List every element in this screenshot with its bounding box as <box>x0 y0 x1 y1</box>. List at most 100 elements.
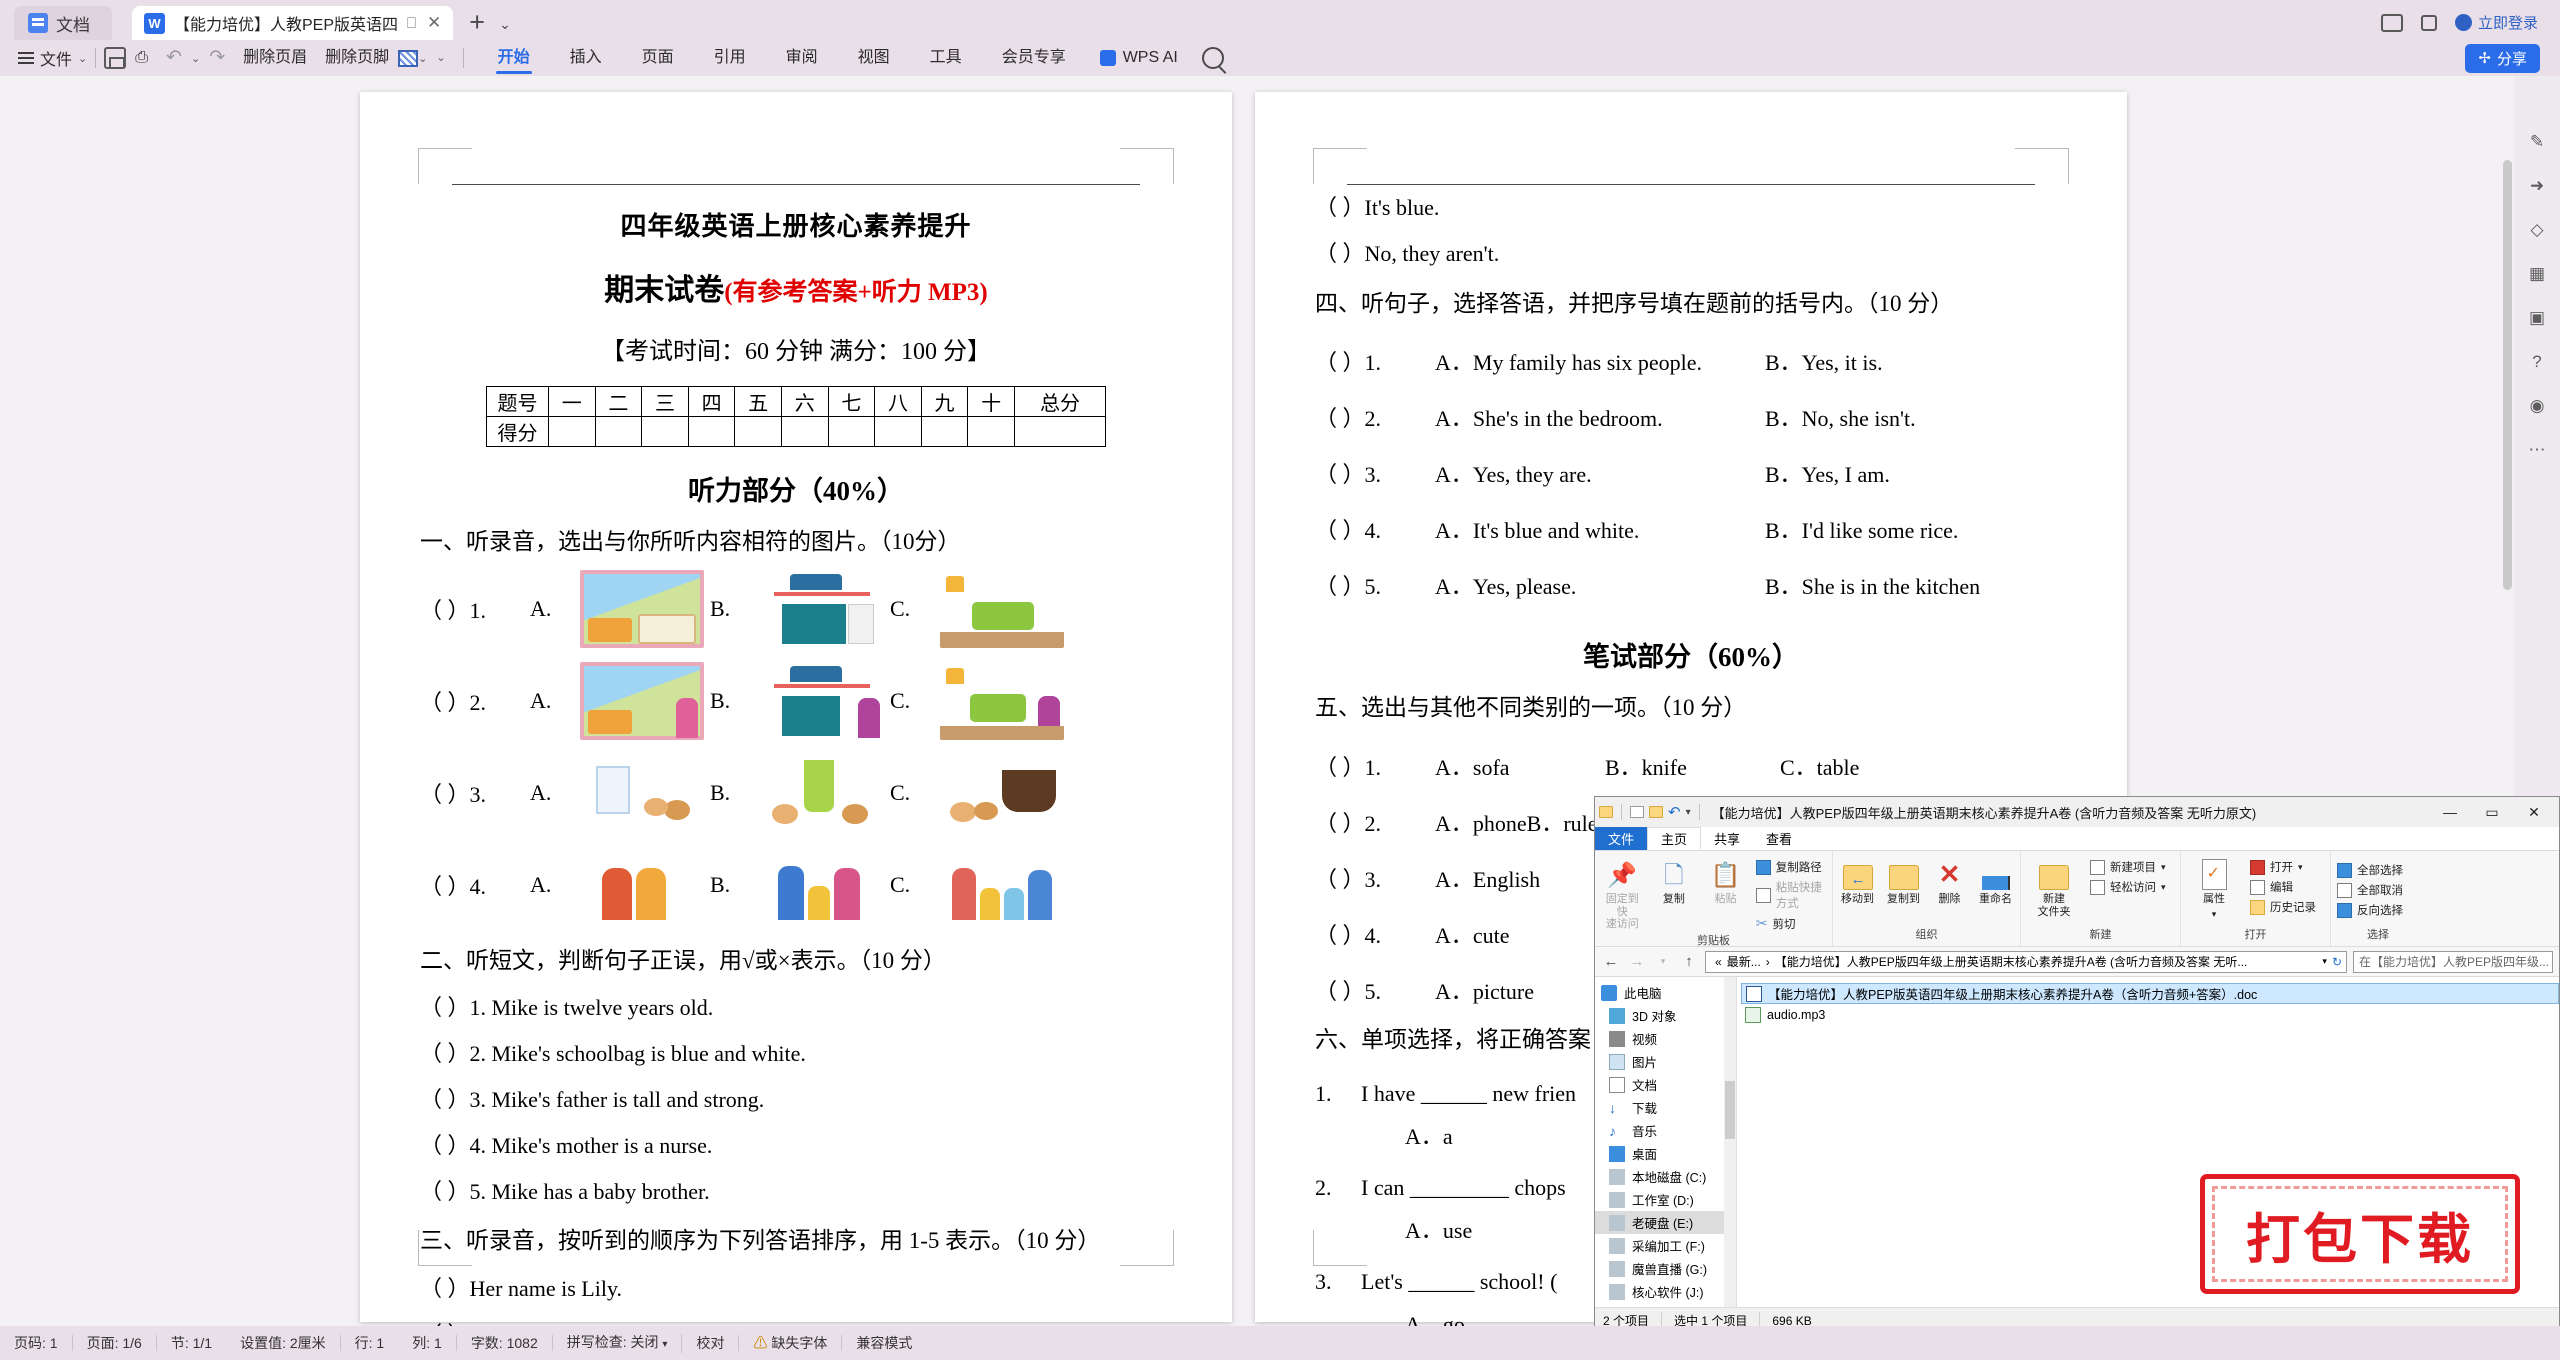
eraser-icon[interactable]: ✎ <box>2530 132 2544 152</box>
nav-scrollbar[interactable] <box>1724 977 1736 1307</box>
select-all-button[interactable]: 全部选择 <box>2337 862 2403 878</box>
redo-icon[interactable]: ↷ <box>200 40 234 76</box>
save-icon[interactable] <box>104 47 127 69</box>
status-missing-font[interactable]: ⚠ 缺失字体 <box>739 1335 843 1351</box>
tab-start[interactable]: 开始 <box>478 40 550 76</box>
page-1[interactable]: 四年级英语上册核心素养提升 期末试卷(有参考答案+听力 MP3) 【考试时间：6… <box>360 92 1232 1347</box>
forward-icon[interactable]: → <box>1627 953 1647 970</box>
tab-insert[interactable]: 插入 <box>550 40 622 76</box>
more-commands-chevron-icon[interactable]: ⌄ <box>427 40 454 76</box>
vertical-scrollbar[interactable] <box>2503 160 2512 590</box>
nav-item-downloads[interactable]: ↓ 下载 <box>1595 1096 1736 1119</box>
nav-item-drive-e[interactable]: 老硬盘 (E:) <box>1595 1211 1736 1234</box>
up-icon[interactable]: ↑ <box>1679 953 1699 970</box>
tab-member[interactable]: 会员专享 <box>982 40 1086 76</box>
chevron-down-icon[interactable]: ▾ <box>2298 862 2303 873</box>
menu-file[interactable]: 文件 <box>1595 827 1648 850</box>
list-item[interactable]: 【能力培优】人教PEP版英语四年级上册期末核心素养提升A卷（含听力音频+答案）.… <box>1741 983 2559 1004</box>
delete-footer-button[interactable]: 删除页脚 <box>316 40 398 76</box>
nav-item-drive-g[interactable]: 魔兽直播 (G:) <box>1595 1257 1736 1280</box>
navigation-pane[interactable]: 此电脑 3D 对象 视频 图片 文档 ↓ 下载 ♪ 音乐 桌面 本地磁盘 (C:… <box>1595 977 1737 1307</box>
edit-button[interactable]: 编辑 <box>2250 879 2316 895</box>
help-icon[interactable]: ? <box>2532 352 2541 372</box>
nav-item-drive-f[interactable]: 采编加工 (F:) <box>1595 1234 1736 1257</box>
share-button[interactable]: ✢ 分享 <box>2465 43 2540 73</box>
nav-item-drive-j[interactable]: 核心软件 (J:) <box>1595 1280 1736 1303</box>
pin-to-quick-access-button[interactable]: 📌 固定到快 速访问 <box>1601 856 1644 931</box>
copy-button[interactable]: 🗋 复制 <box>1653 856 1696 906</box>
crumb-1[interactable]: 最新... <box>1727 953 1761 970</box>
tab-tools[interactable]: 工具 <box>910 40 982 76</box>
cursor-icon[interactable]: ➜ <box>2530 176 2544 196</box>
nav-scrollbar-thumb[interactable] <box>1725 1081 1735 1139</box>
nav-item-music[interactable]: ♪ 音乐 <box>1595 1119 1736 1142</box>
tab-reference[interactable]: 引用 <box>694 40 766 76</box>
tab-page[interactable]: 页面 <box>622 40 694 76</box>
move-to-button[interactable]: ← 移动到 <box>1839 856 1876 906</box>
open-button[interactable]: 打开 ▾ <box>2250 859 2316 875</box>
window-layout-icon[interactable] <box>2380 13 2403 32</box>
delete-header-button[interactable]: 删除页眉 <box>234 40 316 76</box>
table-icon[interactable]: ▦ <box>2529 264 2545 284</box>
folder-icon[interactable] <box>1599 806 1613 818</box>
chevron-down-icon[interactable]: ⌄ <box>418 52 427 65</box>
nav-item-documents[interactable]: 文档 <box>1595 1073 1736 1096</box>
new-folder-icon[interactable] <box>1649 806 1663 818</box>
doc-home-chip[interactable]: 文档 <box>14 6 112 40</box>
tab-view[interactable]: 视图 <box>838 40 910 76</box>
search-icon[interactable] <box>1201 47 1224 69</box>
close-icon[interactable]: ✕ <box>425 13 443 33</box>
chevron-down-icon[interactable]: ▾ <box>1686 807 1691 818</box>
pin-icon[interactable]: ◉ <box>2530 396 2545 416</box>
window-restore-icon[interactable] <box>2420 14 2437 31</box>
chevron-down-icon[interactable]: ▾ <box>2161 882 2166 893</box>
chevron-down-icon[interactable]: ⌄ <box>191 52 200 65</box>
nav-item-videos[interactable]: 视频 <box>1595 1027 1736 1050</box>
nav-item-local-disk-c[interactable]: 本地磁盘 (C:) <box>1595 1165 1736 1188</box>
minimize-icon[interactable]: — <box>2429 798 2471 826</box>
maximize-icon[interactable]: ▭ <box>2471 798 2513 826</box>
paste-shortcut-button[interactable]: 粘贴快捷方式 <box>1755 879 1826 911</box>
nav-item-drive-d[interactable]: 工作室 (D:) <box>1595 1188 1736 1211</box>
status-proofread[interactable]: 校对 <box>682 1335 740 1351</box>
nav-item-this-pc[interactable]: 此电脑 <box>1595 981 1736 1004</box>
copy-to-button[interactable]: 复制到 <box>1885 856 1922 906</box>
chevron-down-icon[interactable]: ▾ <box>2212 909 2217 919</box>
search-input[interactable]: 在【能力培优】人教PEP版四年级... <box>2353 950 2553 973</box>
invert-selection-button[interactable]: 反向选择 <box>2337 902 2403 918</box>
new-item-button[interactable]: 新建项目 ▾ <box>2090 859 2166 875</box>
new-tab-button[interactable]: + <box>469 9 485 40</box>
list-item[interactable]: audio.mp3 <box>1741 1004 2559 1025</box>
chevron-down-icon[interactable]: ▾ <box>2161 862 2166 873</box>
new-folder-button[interactable]: 新建 文件夹 <box>2027 856 2081 918</box>
status-spellcheck[interactable]: 拼写检查: 关闭 ▾ <box>553 1333 683 1353</box>
rename-button[interactable]: 重命名 <box>1977 856 2014 906</box>
login-button[interactable]: 立即登录 <box>2454 12 2538 33</box>
refresh-icon[interactable]: ↻ <box>2332 955 2342 969</box>
wps-ai-button[interactable]: WPS AI <box>1086 49 1192 67</box>
chart-icon[interactable]: ▣ <box>2529 308 2545 328</box>
chevron-down-icon[interactable]: ⌄ <box>499 16 511 40</box>
history-button[interactable]: 历史记录 <box>2250 899 2316 915</box>
properties-button[interactable]: ✓ 属性 ▾ <box>2187 856 2241 919</box>
recent-locations-icon[interactable]: ▾ <box>1653 956 1673 967</box>
close-icon[interactable]: ✕ <box>2513 798 2555 826</box>
watermark-icon[interactable] <box>398 49 419 67</box>
file-menu-button[interactable]: 文件 ⌄ <box>0 46 87 70</box>
print-icon[interactable]: ⎙ <box>126 40 157 76</box>
present-icon[interactable]: ⎕ <box>407 15 416 32</box>
undo-icon[interactable]: ↶ <box>157 40 191 76</box>
delete-button[interactable]: ✕ 删除 <box>1931 856 1968 906</box>
document-tab[interactable]: W 【能力培优】人教PEP版英语四 ⎕ ✕ <box>132 6 454 40</box>
undo-icon[interactable]: ↶ <box>1668 803 1681 821</box>
nav-item-3d-objects[interactable]: 3D 对象 <box>1595 1004 1736 1027</box>
properties-icon[interactable] <box>1630 806 1644 818</box>
chevron-down-icon[interactable]: ▾ <box>2322 956 2327 967</box>
nav-item-desktop[interactable]: 桌面 <box>1595 1142 1736 1165</box>
menu-view[interactable]: 查看 <box>1753 827 1805 850</box>
easy-access-button[interactable]: 轻松访问 ▾ <box>2090 879 2166 895</box>
status-word-count[interactable]: 字数: 1082 <box>457 1335 553 1351</box>
copy-path-button[interactable]: 复制路径 <box>1755 859 1826 875</box>
menu-home[interactable]: 主页 <box>1647 827 1702 850</box>
menu-share[interactable]: 共享 <box>1701 827 1753 850</box>
